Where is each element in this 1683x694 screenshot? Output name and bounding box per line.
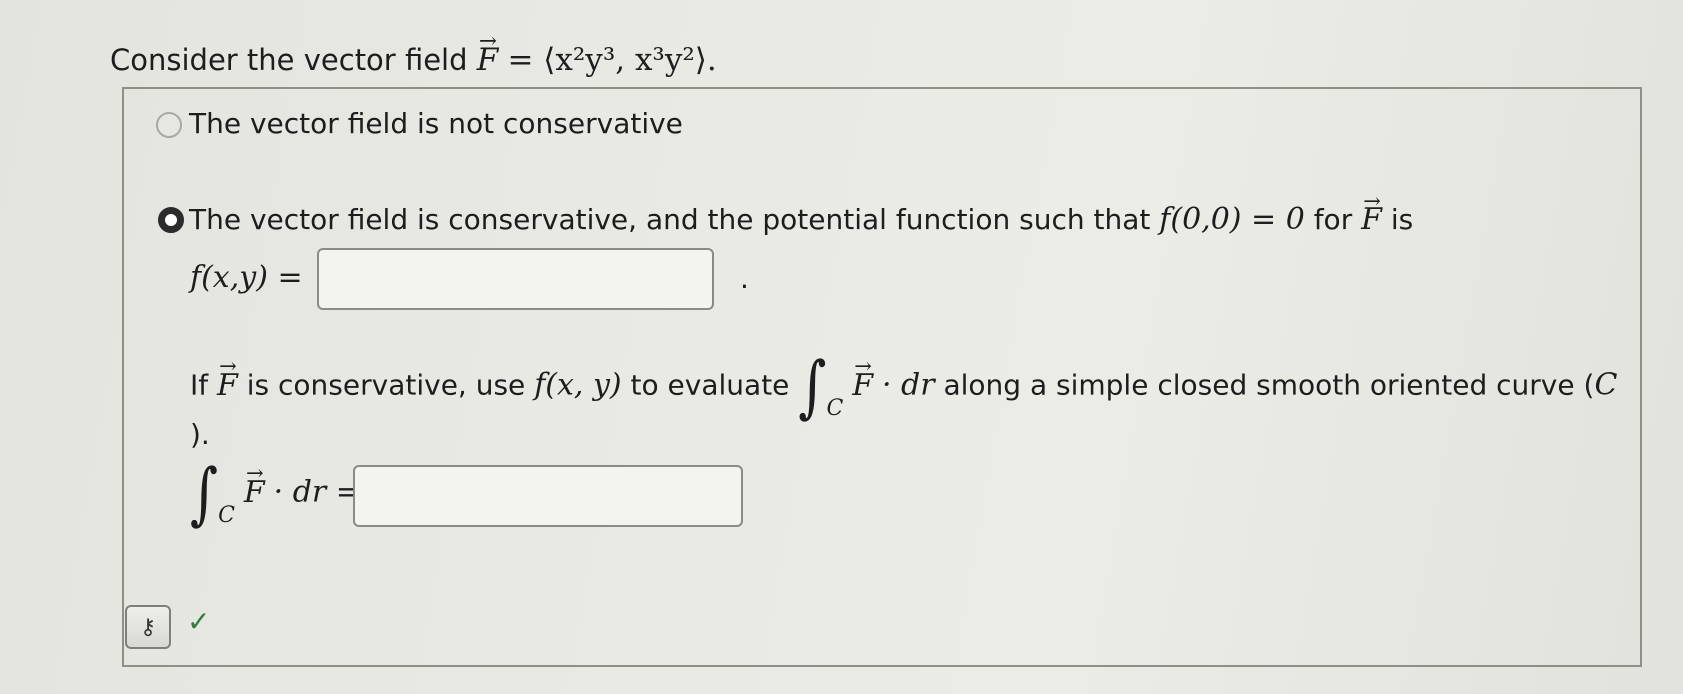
option-for-word: for (1313, 203, 1353, 236)
integral-sign-icon: ∫ (798, 347, 827, 426)
field-symbol: F (477, 29, 499, 78)
fxy-symbol: f(x, y) (534, 367, 622, 403)
answer-integrand: · dr = (273, 474, 361, 510)
key-icon: ⚷ (139, 614, 157, 640)
integrand-text: · dr (881, 367, 935, 403)
potential-condition: f(0,0) = 0 (1159, 202, 1305, 237)
potential-lhs-text: f(x,y) = (190, 260, 303, 295)
field-symbol-integrand: F (852, 354, 873, 402)
question-prefix: Consider the vector field (110, 43, 468, 77)
option-conservative-text: The vector field is conservative, and th… (189, 203, 1151, 236)
curve-letter: C (1594, 367, 1618, 403)
key-button[interactable]: ⚷ (125, 605, 171, 649)
potential-trailing-dot: . (740, 262, 749, 295)
integral-sign-answer-icon: ∫ (190, 454, 219, 533)
field-symbol-option: F (1361, 189, 1382, 237)
radio-not-conservative[interactable] (156, 112, 182, 138)
integral-answer-subscript: C (218, 502, 235, 528)
radio-conservative[interactable] (158, 207, 184, 233)
question-closing: ). (190, 418, 210, 451)
text-evaluate: to evaluate (630, 368, 790, 402)
field-symbol-answer: F (244, 461, 265, 509)
text-along: along a simple closed smooth oriented cu… (943, 368, 1595, 402)
checkmark-icon: ✓ (187, 605, 211, 638)
option-conservative-label[interactable]: The vector field is conservative, and th… (189, 189, 1414, 237)
option-not-conservative-label[interactable]: The vector field is not conservative (189, 107, 683, 140)
field-symbol-question: F (217, 354, 238, 402)
text-if: If (190, 368, 209, 402)
integral-answer-lhs: ∫C F · dr = (190, 454, 361, 533)
potential-input[interactable] (317, 248, 714, 310)
text-conservative: is conservative, use (246, 368, 526, 402)
field-definition: = ⟨x²y³, x³y²⟩. (507, 42, 717, 78)
potential-lhs: f(x,y) = (190, 260, 303, 295)
line-integral-question: If F is conservative, use f(x, y) to eva… (190, 347, 1618, 426)
option-is-word: is (1390, 203, 1414, 236)
question-prompt: Consider the vector field F = ⟨x²y³, x³y… (110, 29, 717, 78)
integral-input[interactable] (353, 465, 743, 527)
integral-subscript: C (826, 395, 844, 421)
